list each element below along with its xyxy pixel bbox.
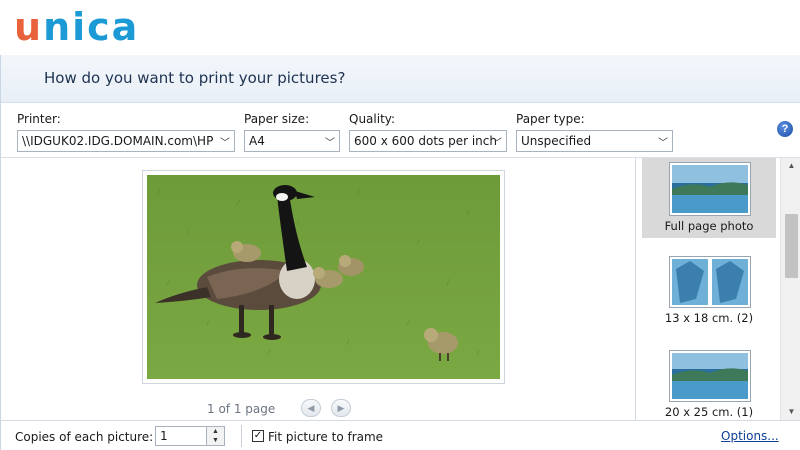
landscape-thumbnail-image <box>672 165 748 213</box>
paper-type-select[interactable]: Unspecified ﹀ <box>516 130 673 152</box>
paper-type-value: Unspecified <box>521 134 592 148</box>
printer-value: \\IDGUK02.IDG.DOMAIN.com\HP <box>22 134 214 148</box>
options-link[interactable]: Options... <box>721 429 779 443</box>
13x18-thumbnail <box>669 256 751 308</box>
20x25-thumbnail <box>669 350 751 402</box>
logo-band: unica <box>0 0 800 55</box>
dialog-header: How do you want to print your pictures? <box>1 55 800 103</box>
two-portrait-thumbnail-image <box>672 259 748 305</box>
printer-select[interactable]: \\IDGUK02.IDG.DOMAIN.com\HP ﹀ <box>17 130 235 152</box>
print-pictures-window: How do you want to print your pictures? … <box>0 55 800 450</box>
chevron-down-icon: ﹀ <box>325 138 335 149</box>
scroll-up-icon[interactable]: ▲ <box>781 158 800 174</box>
bottom-bar: Copies of each picture: 1 ▲ ▼ ✓ Fit pict… <box>1 420 800 450</box>
layout-label: 20 x 25 cm. (1) <box>664 405 754 419</box>
layout-scrollbar[interactable]: ▲ ▼ <box>780 158 800 420</box>
photo-preview-frame <box>142 170 505 384</box>
printer-label: Printer: <box>17 112 61 126</box>
layout-13x18[interactable]: 13 x 18 cm. (2) <box>642 252 776 332</box>
layout-label: Full page photo <box>664 219 754 233</box>
quality-label: Quality: <box>349 112 396 126</box>
logo-rest: nica <box>43 5 140 49</box>
paper-size-label: Paper size: <box>244 112 310 126</box>
previous-page-button[interactable]: ◀ <box>301 399 321 417</box>
unica-logo: unica <box>14 4 139 50</box>
paper-size-select[interactable]: A4 ﹀ <box>244 130 340 152</box>
layout-20x25[interactable]: 20 x 25 cm. (1) <box>642 344 776 424</box>
stepper-up-icon[interactable]: ▲ <box>207 427 224 436</box>
paper-size-value: A4 <box>249 134 265 148</box>
chevron-down-icon: ﹀ <box>220 138 230 149</box>
logo-first-letter: u <box>14 5 44 49</box>
quality-select[interactable]: 600 x 600 dots per inch ﹀ <box>349 130 507 152</box>
next-page-button[interactable]: ▶ <box>331 399 351 417</box>
layout-full-page-photo[interactable]: Full page photo <box>642 158 776 238</box>
stepper-down-icon[interactable]: ▼ <box>207 436 224 445</box>
quality-value: 600 x 600 dots per inch <box>354 134 497 148</box>
help-icon[interactable]: ? <box>777 121 793 137</box>
separator <box>241 425 242 447</box>
fit-picture-checkbox[interactable]: ✓ <box>252 430 264 442</box>
left-arrow-icon: ◀ <box>307 403 315 413</box>
chevron-down-icon: ﹀ <box>492 138 502 149</box>
copies-input[interactable]: 1 <box>155 426 207 446</box>
full-page-thumbnail <box>669 162 751 216</box>
preview-pane: 1 of 1 page ◀ ▶ <box>1 158 635 420</box>
chevron-down-icon: ﹀ <box>658 138 668 149</box>
fit-picture-label[interactable]: Fit picture to frame <box>268 430 383 444</box>
paper-type-label: Paper type: <box>516 112 585 126</box>
page-count: 1 of 1 page <box>207 402 276 416</box>
layout-label: 13 x 18 cm. (2) <box>664 311 754 325</box>
scroll-thumb[interactable] <box>785 214 798 278</box>
goose-photo <box>147 175 500 379</box>
landscape-thumbnail-image <box>672 353 748 399</box>
layout-list: Full page photo 13 x 18 cm. (2) 20 x 25 … <box>635 158 800 420</box>
right-arrow-icon: ▶ <box>337 403 345 413</box>
copies-label: Copies of each picture: <box>15 430 154 444</box>
dialog-question: How do you want to print your pictures? <box>44 69 346 87</box>
scroll-down-icon[interactable]: ▼ <box>781 404 800 420</box>
copies-stepper[interactable]: ▲ ▼ <box>207 426 225 446</box>
